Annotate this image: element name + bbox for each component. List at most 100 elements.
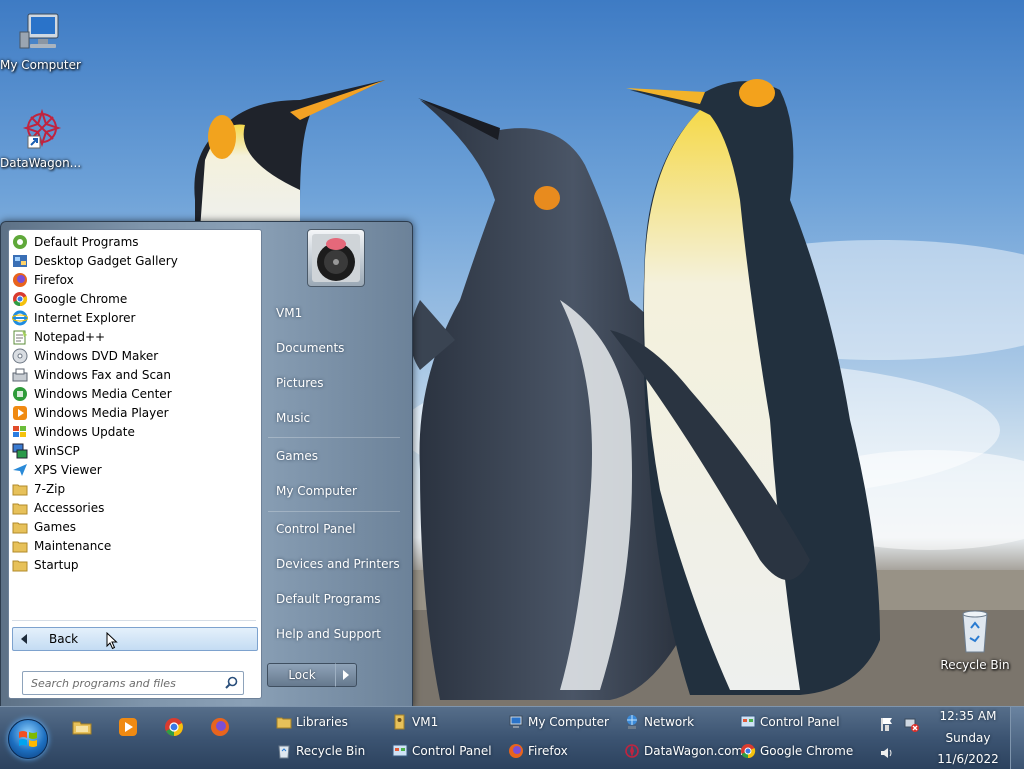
desktop-icon-datawagon[interactable]: DataWagon... xyxy=(0,106,81,170)
program-firefox[interactable]: Firefox xyxy=(12,270,256,289)
notepadpp-icon xyxy=(13,329,27,344)
windows-update-icon xyxy=(13,425,26,437)
folder-icon xyxy=(12,503,28,514)
chrome-icon[interactable] xyxy=(162,715,186,739)
start-right-label: Devices and Printers xyxy=(276,557,400,571)
taskbar-item-datawagon[interactable]: DataWagon.com xyxy=(624,739,743,763)
taskbar-item-control-panel-2[interactable]: Control Panel xyxy=(392,739,492,763)
program-folder-maintenance[interactable]: Maintenance xyxy=(12,536,256,555)
start-right-my-computer[interactable]: My Computer xyxy=(268,477,402,505)
taskbar-item-google-chrome[interactable]: Google Chrome xyxy=(740,739,853,763)
media-center-icon xyxy=(13,386,27,401)
start-right-label: Pictures xyxy=(276,376,324,390)
program-desktop-gadget-gallery[interactable]: Desktop Gadget Gallery xyxy=(12,251,256,270)
taskbar-item-label: Network xyxy=(644,715,695,729)
taskbar-item-control-panel[interactable]: Control Panel xyxy=(740,710,840,734)
start-right-control-panel[interactable]: Control Panel xyxy=(268,515,402,543)
firefox-icon[interactable] xyxy=(208,715,232,739)
recycle-bin-icon xyxy=(951,608,999,656)
program-google-chrome[interactable]: Google Chrome xyxy=(12,289,256,308)
program-folder-startup[interactable]: Startup xyxy=(12,555,256,574)
search-icon[interactable] xyxy=(225,676,238,689)
gadget-gallery-icon xyxy=(13,254,27,267)
explorer-folder-icon[interactable] xyxy=(70,715,94,739)
program-windows-fax-and-scan[interactable]: Windows Fax and Scan xyxy=(12,365,256,384)
user-picture[interactable] xyxy=(307,229,365,287)
program-label: Desktop Gadget Gallery xyxy=(34,253,178,268)
start-button[interactable] xyxy=(8,719,48,759)
action-center-flag-icon[interactable] xyxy=(879,716,895,732)
start-right-vm1[interactable]: VM1 xyxy=(268,299,402,327)
program-folder-accessories[interactable]: Accessories xyxy=(12,498,256,517)
program-windows-update[interactable]: Windows Update xyxy=(12,422,256,441)
taskbar-item-label: Libraries xyxy=(296,715,348,729)
control-panel-icon xyxy=(740,715,756,728)
program-notepadpp[interactable]: Notepad++ xyxy=(12,327,256,346)
taskbar-item-label: DataWagon.com xyxy=(644,744,744,758)
back-label: Back xyxy=(49,632,79,646)
start-right-games[interactable]: Games xyxy=(268,442,402,470)
program-windows-media-player[interactable]: Windows Media Player xyxy=(12,403,256,422)
program-label: Firefox xyxy=(34,272,74,287)
program-label: 7-Zip xyxy=(34,481,66,496)
taskbar-item-my-computer[interactable]: My Computer xyxy=(508,710,609,734)
desktop-icon-my-computer[interactable]: My Computer xyxy=(0,8,81,72)
program-folder-7zip[interactable]: 7-Zip xyxy=(12,479,256,498)
desktop-icon-recycle-bin[interactable]: Recycle Bin xyxy=(935,608,1015,672)
network-disconnected-icon[interactable] xyxy=(903,716,919,732)
start-right-default-programs[interactable]: Default Programs xyxy=(268,585,402,613)
divider xyxy=(268,511,400,512)
shutdown-options-button[interactable] xyxy=(335,663,357,687)
taskbar-item-firefox[interactable]: Firefox xyxy=(508,739,568,763)
program-folder-games[interactable]: Games xyxy=(12,517,256,536)
search-input[interactable] xyxy=(29,672,223,694)
start-right-devices-and-printers[interactable]: Devices and Printers xyxy=(268,550,402,578)
media-player-icon[interactable] xyxy=(116,715,140,739)
user-folder-icon xyxy=(394,714,405,730)
taskbar-item-recycle-bin[interactable]: Recycle Bin xyxy=(276,739,365,763)
show-desktop-button[interactable] xyxy=(1010,707,1024,769)
taskbar-item-label: Recycle Bin xyxy=(296,744,366,758)
program-label: WinSCP xyxy=(34,443,80,458)
program-label: Accessories xyxy=(34,500,105,515)
program-windows-dvd-maker[interactable]: Windows DVD Maker xyxy=(12,346,256,365)
taskbar-item-network[interactable]: Network xyxy=(624,710,694,734)
lock-button[interactable]: Lock xyxy=(267,663,337,687)
back-button[interactable]: Back xyxy=(12,627,258,651)
taskbar-item-vm1[interactable]: VM1 xyxy=(392,710,438,734)
winscp-icon xyxy=(12,443,28,458)
clock-day[interactable]: Sunday xyxy=(926,731,1010,745)
chevron-right-icon xyxy=(343,670,349,680)
program-label: Startup xyxy=(34,557,79,572)
start-right-label: My Computer xyxy=(276,484,357,498)
folder-icon xyxy=(12,484,28,495)
search-box[interactable] xyxy=(22,671,244,695)
taskbar: Libraries VM1 My Computer Network Contro… xyxy=(0,706,1024,769)
user-picture-icon xyxy=(312,234,360,282)
start-right-label: Music xyxy=(276,411,311,425)
computer-icon xyxy=(16,8,64,56)
folder-icon xyxy=(12,522,28,533)
program-windows-media-center[interactable]: Windows Media Center xyxy=(12,384,256,403)
datawagon-icon xyxy=(625,744,639,758)
program-label: Windows Media Center xyxy=(34,386,172,401)
start-right-label: Default Programs xyxy=(276,592,381,606)
program-winscp[interactable]: WinSCP xyxy=(12,441,256,460)
program-internet-explorer[interactable]: Internet Explorer xyxy=(12,308,256,327)
clock-time[interactable]: 12:35 AM xyxy=(926,709,1010,723)
start-right-pictures[interactable]: Pictures xyxy=(268,369,402,397)
start-right-label: Control Panel xyxy=(276,522,356,536)
start-right-music[interactable]: Music xyxy=(268,404,402,432)
volume-icon[interactable] xyxy=(879,745,895,761)
start-right-documents[interactable]: Documents xyxy=(268,334,402,362)
taskbar-item-label: My Computer xyxy=(528,715,609,729)
start-right-help-and-support[interactable]: Help and Support xyxy=(268,620,402,648)
program-default-programs[interactable]: Default Programs xyxy=(12,232,256,251)
program-xps-viewer[interactable]: XPS Viewer xyxy=(12,460,256,479)
mouse-cursor-icon xyxy=(106,632,118,650)
divider xyxy=(268,437,400,438)
clock-date[interactable]: 11/6/2022 xyxy=(926,752,1010,766)
datawagon-icon xyxy=(16,106,64,154)
program-label: Windows DVD Maker xyxy=(34,348,159,363)
taskbar-item-libraries[interactable]: Libraries xyxy=(276,710,348,734)
